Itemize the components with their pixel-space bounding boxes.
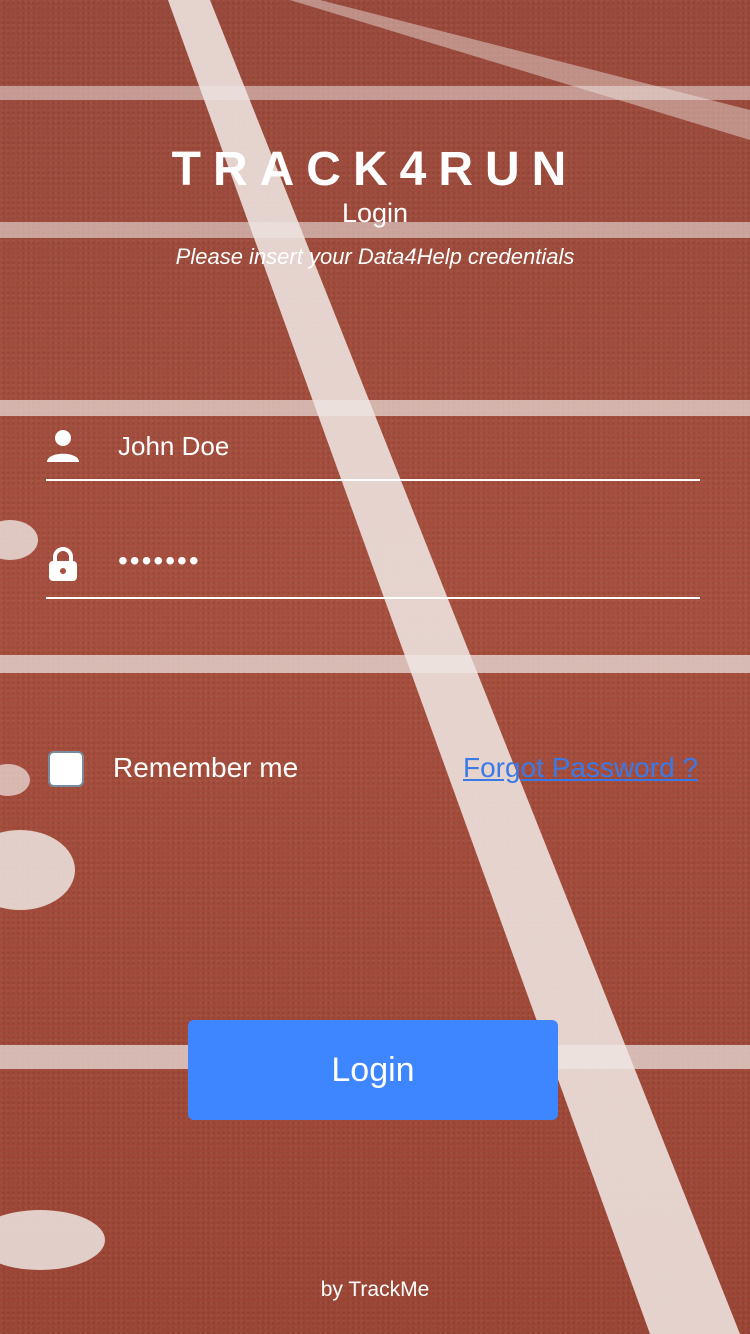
username-field[interactable]: John Doe	[46, 419, 700, 481]
password-field[interactable]: •••••••	[46, 537, 700, 599]
forgot-password-link[interactable]: Forgot Password ?	[463, 752, 698, 784]
login-button[interactable]: Login	[188, 1020, 558, 1120]
remember-me-label[interactable]: Remember me	[113, 752, 298, 784]
lock-icon	[46, 547, 80, 583]
login-instruction: Please insert your Data4Help credentials	[175, 244, 575, 269]
screen-title: Login	[341, 198, 409, 228]
password-value[interactable]: •••••••	[118, 545, 201, 577]
footer-credit: by TrackMe	[320, 1278, 430, 1301]
user-icon	[46, 429, 80, 465]
username-value[interactable]: John Doe	[118, 431, 229, 462]
app-title: TRACK4RUN	[171, 143, 579, 196]
remember-me-checkbox[interactable]	[48, 751, 84, 787]
